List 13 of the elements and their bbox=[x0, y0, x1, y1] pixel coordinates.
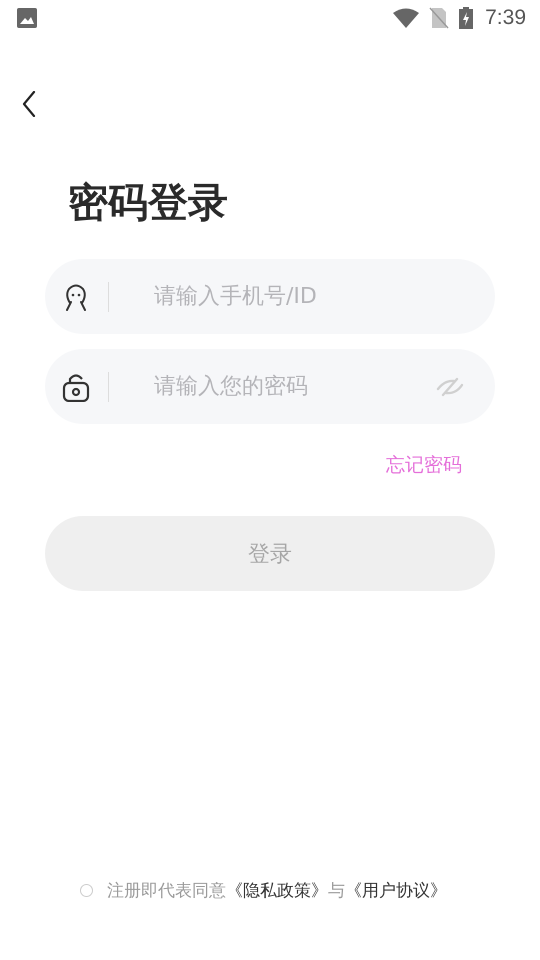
account-input[interactable]: 请输入手机号/ID bbox=[154, 284, 465, 309]
image-icon bbox=[17, 8, 37, 28]
agreement-text: 注册即代表同意《隐私政策》与《用户协议》 bbox=[107, 880, 447, 902]
wifi-icon bbox=[393, 8, 420, 28]
policy-link[interactable]: 《用户协议》 bbox=[345, 881, 447, 901]
policy-link[interactable]: 《隐私政策》 bbox=[226, 881, 328, 901]
password-input[interactable]: 请输入您的密码 bbox=[154, 374, 435, 399]
page-title: 密码登录 bbox=[68, 179, 229, 227]
no-sim-icon bbox=[429, 7, 450, 29]
clock-time: 7:39 bbox=[485, 6, 526, 30]
padlock-icon bbox=[62, 372, 90, 402]
agreement-checkbox[interactable] bbox=[80, 884, 93, 897]
battery-charging-icon bbox=[459, 7, 474, 29]
